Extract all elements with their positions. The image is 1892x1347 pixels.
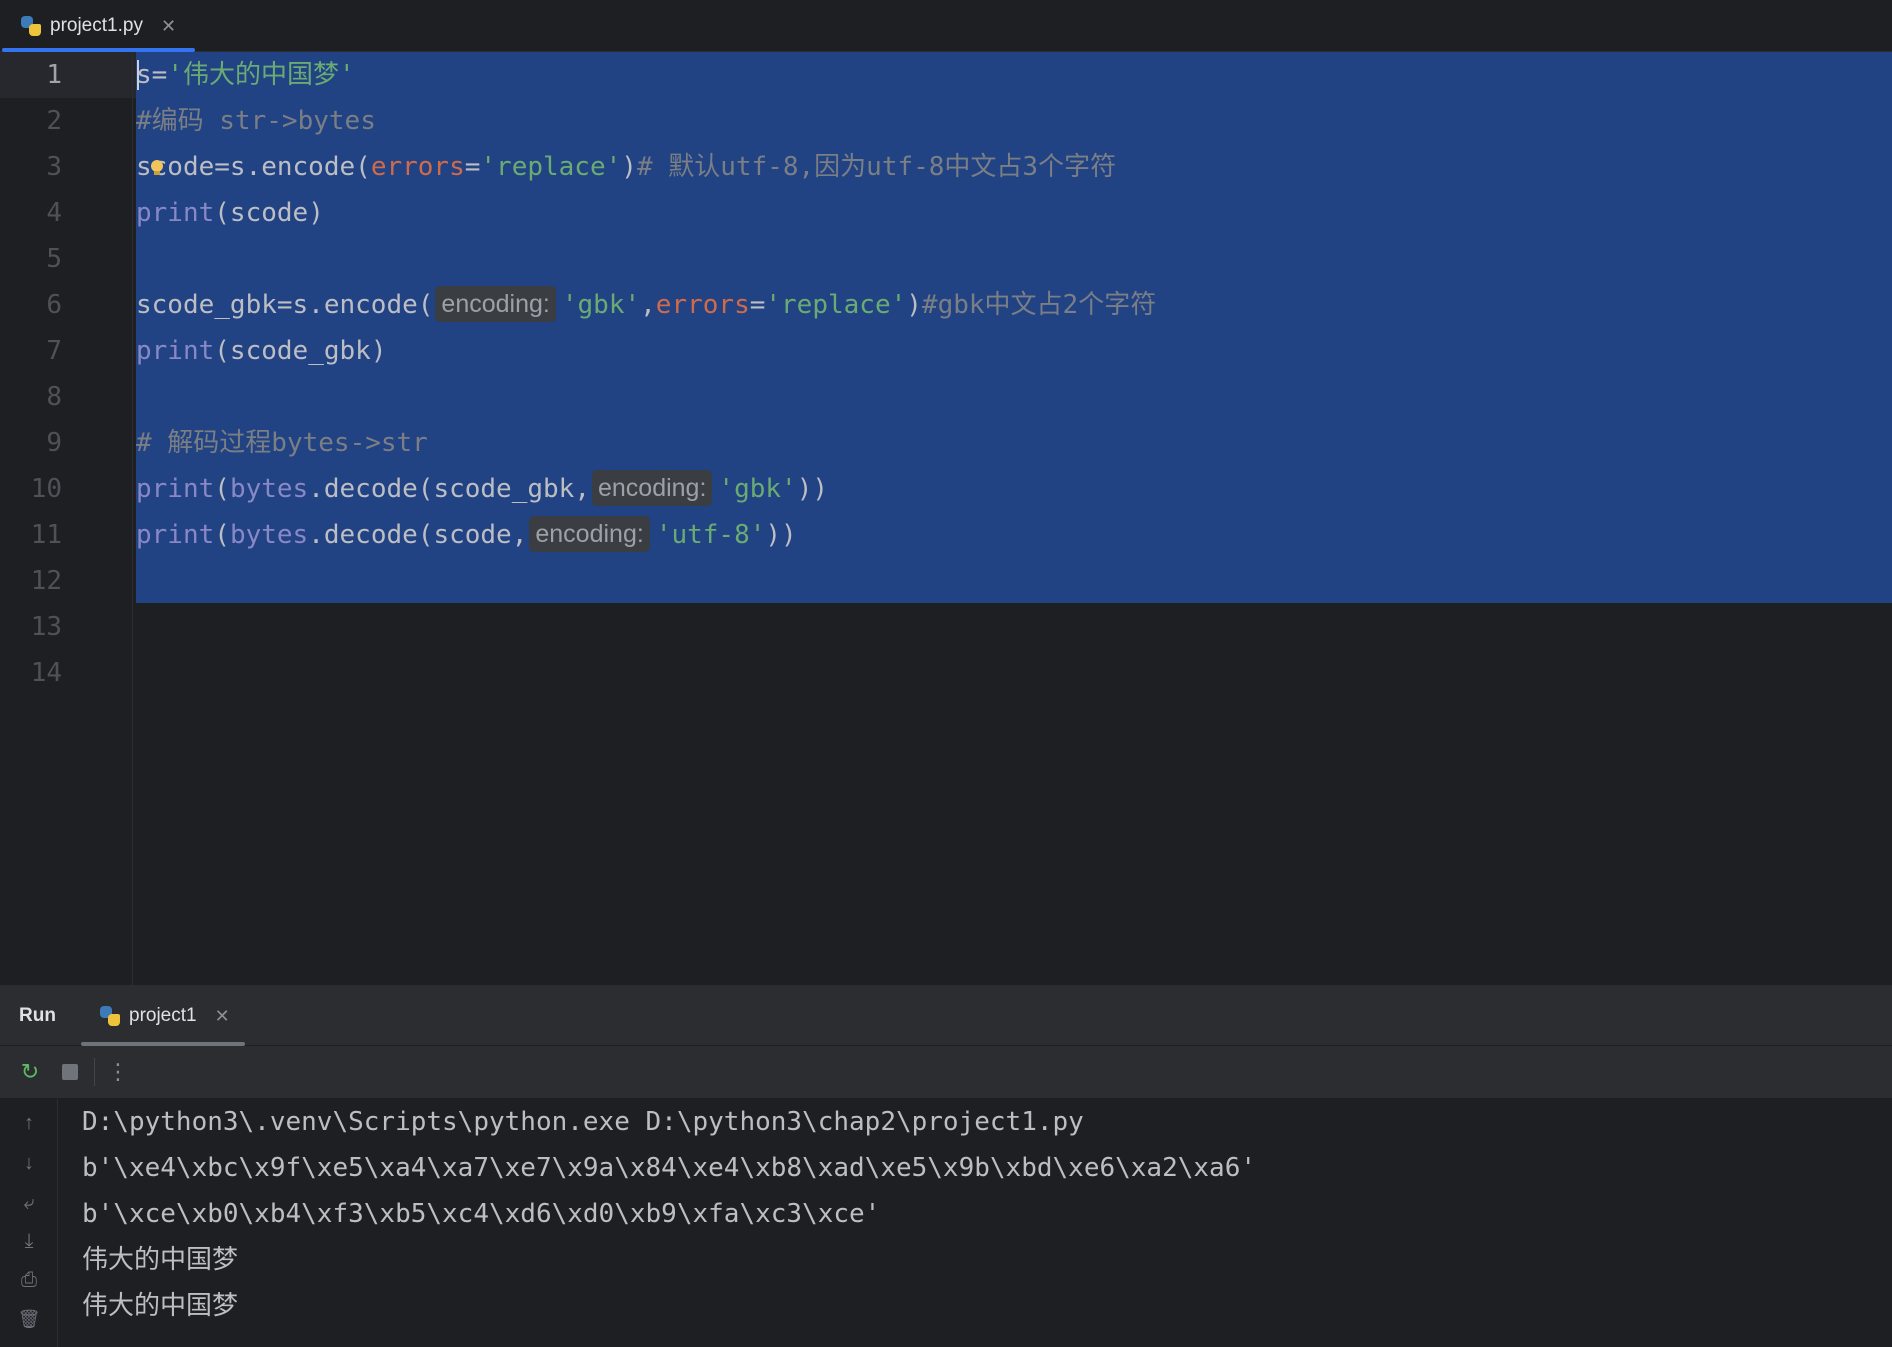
comment-text: # 默认utf-8,因为utf-8中文占3个字符 [636,152,1117,182]
console-output[interactable]: D:\python3\.venv\Scripts\python.exe D:\p… [58,1099,1892,1347]
console-line: 伟大的中国梦 [82,1291,239,1321]
line-number: 4 [46,198,62,228]
line-number: 3 [46,152,62,182]
close-icon[interactable]: ✕ [161,16,176,37]
run-tab-project1[interactable]: project1 ✕ [81,986,245,1046]
code-token: scode_gbk=s.encode( [136,290,434,320]
parameter-hint: encoding: [435,286,556,322]
line-number: 12 [30,566,62,596]
string-literal: 'utf-8' [655,520,766,550]
line-number: 14 [30,658,62,688]
code-token: ) [621,152,637,182]
code-token: (scode) [214,198,324,228]
console-line: 伟大的中国梦 [82,1245,239,1275]
code-token: , [640,290,656,320]
stop-button[interactable] [56,1058,84,1086]
builtin-class: bytes [229,520,309,550]
keyword-argument: errors [655,290,750,320]
down-arrow-icon[interactable]: ↓ [15,1149,43,1177]
code-token: .decode(scode_gbk, [308,474,590,504]
code-token: )) [765,520,797,550]
code-line-9[interactable]: # 解码过程bytes->str [136,420,428,466]
line-number: 5 [46,244,62,274]
console-line: b'\xce\xb0\xb4\xf3\xb5\xc4\xd6\xd0\xb9\x… [82,1199,881,1229]
code-line-3[interactable]: scode=s.encode(errors='replace')# 默认utf-… [136,144,1116,190]
string-literal: 'replace' [765,290,907,320]
lightbulb-icon[interactable] [150,160,164,176]
run-tab-label: project1 [129,1005,197,1026]
string-literal: 'replace' [480,152,622,182]
builtin-function: print [136,474,215,504]
builtin-function: print [136,520,215,550]
close-icon[interactable]: ✕ [215,1006,230,1027]
keyword-argument: errors [370,152,465,182]
line-number-gutter: 1 2 3 4 5 6 7 8 9 10 11 12 13 14 [0,52,133,985]
editor-tab-label: project1.py [50,15,143,36]
run-panel-title: Run [19,1005,56,1026]
line-number: 2 [46,106,62,136]
code-line-10[interactable]: print(bytes.decode(scode_gbk, encoding:'g… [136,466,828,512]
code-line-4[interactable]: print(scode) [136,190,324,236]
code-line-6[interactable]: scode_gbk=s.encode(encoding:'gbk',errors… [136,282,1156,328]
code-token: = [464,152,481,182]
console-line: D:\python3\.venv\Scripts\python.exe D:\p… [82,1107,1084,1137]
console-line: b'\xe4\xbc\x9f\xe5\xa4\xa7\xe7\x9a\x84\x… [82,1153,1256,1183]
console-side-toolbar: ↑ ↓ ⤶ ⤓ ⎙ 🗑 [0,1099,58,1347]
up-arrow-icon[interactable]: ↑ [15,1109,43,1137]
comment-token: # [136,106,152,136]
code-token: ( [214,520,230,550]
code-line-1[interactable]: s='伟大的中国梦' [136,52,355,98]
run-tab-bar: Run project1 ✕ [0,986,1892,1046]
string-literal: '伟大的中国梦' [167,60,355,90]
text-caret [137,60,139,90]
editor-tab-bar: project1.py ✕ [0,0,1892,52]
code-lines[interactable]: s='伟大的中国梦' #编码 str->bytes scode=s.encode… [136,52,1892,985]
stop-icon [62,1064,78,1080]
soft-wrap-icon[interactable]: ⤶ [15,1189,43,1217]
code-token: )) [796,474,829,504]
line-number: 11 [30,520,62,550]
comment-text: #gbk中文占2个字符 [921,290,1157,320]
code-token: ) [906,290,922,320]
run-tool-window: Run project1 ✕ ↻ ⋮ ↑ ↓ ⤶ ⤓ ⎙ 🗑 D:\python… [0,985,1892,1347]
print-icon[interactable]: ⎙ [15,1266,43,1294]
line-number: 9 [46,428,62,458]
more-options-icon[interactable]: ⋮ [104,1058,132,1086]
code-token: scode=s.encode( [136,152,371,182]
line-number: 7 [46,336,62,366]
string-literal: 'gbk' [561,290,641,320]
line-number: 8 [46,382,62,412]
code-line-11[interactable]: print(bytes.decode(scode, encoding:'utf-8… [136,512,797,558]
code-line-7[interactable]: print(scode_gbk) [136,328,386,374]
trash-icon[interactable]: 🗑 [15,1305,43,1333]
code-editor[interactable]: 1 2 3 4 5 6 7 8 9 10 11 12 13 14 s='伟大的中… [0,52,1892,985]
rerun-icon[interactable]: ↻ [16,1058,44,1086]
line-number: 10 [30,474,62,504]
string-literal: 'gbk' [718,474,797,504]
scroll-to-end-icon[interactable]: ⤓ [15,1227,43,1255]
builtin-class: bytes [229,474,309,504]
parameter-hint: encoding: [529,516,650,552]
code-token: = [749,290,766,320]
run-toolbar: ↻ ⋮ [0,1046,1892,1099]
code-token: s= [136,60,168,90]
code-token: (scode_gbk) [214,336,387,366]
line-number: 13 [30,612,62,642]
python-file-icon [20,15,42,37]
toolbar-divider [94,1058,95,1086]
python-run-icon [99,1005,121,1027]
parameter-hint: encoding: [591,470,713,506]
code-token: .decode(scode, [308,520,528,550]
code-line-2[interactable]: #编码 str->bytes [136,98,376,144]
comment-text: # 解码过程bytes->str [136,428,428,458]
comment-text: 编码 str->bytes [151,106,376,136]
line-number: 6 [46,290,62,320]
code-token: ( [214,474,230,504]
editor-tab-project1-py[interactable]: project1.py ✕ [0,0,195,52]
builtin-function: print [136,198,215,228]
line-number: 1 [46,60,62,90]
builtin-function: print [136,336,215,366]
